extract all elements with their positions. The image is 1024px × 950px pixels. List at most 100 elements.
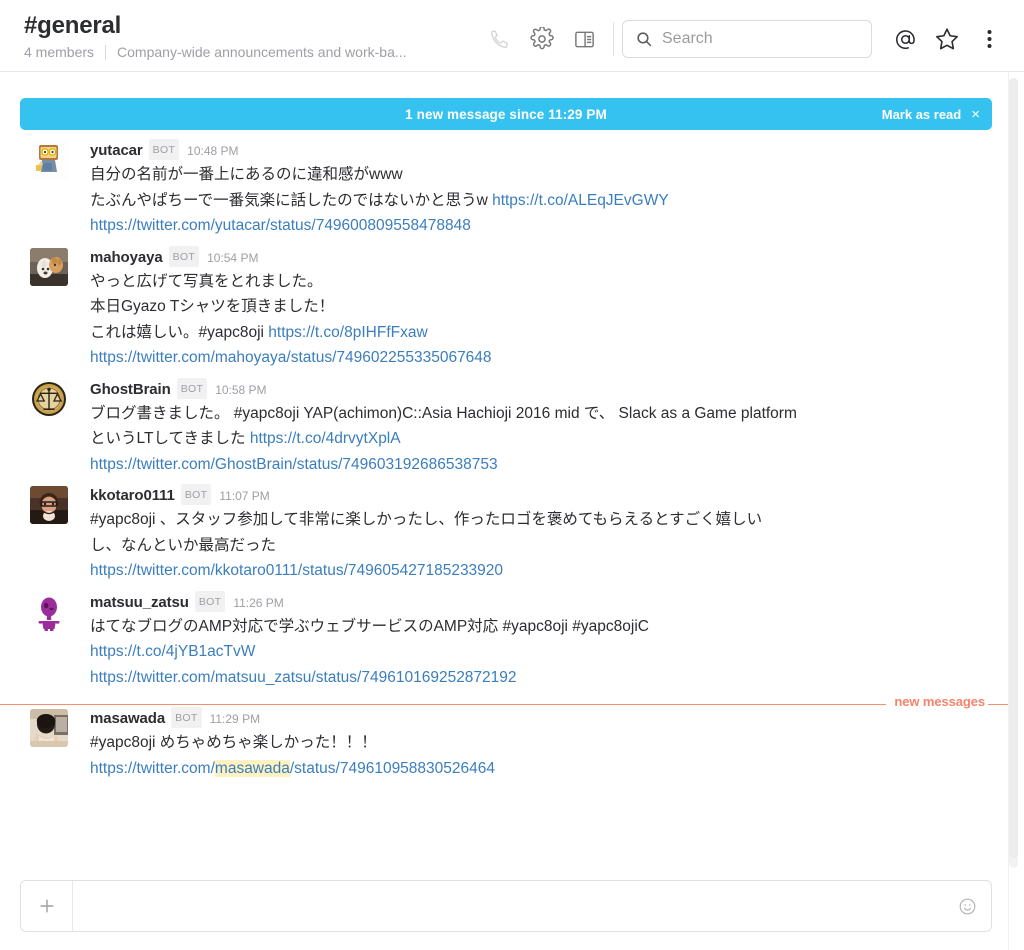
message-timestamp[interactable]: 10:48 PM [187,144,238,158]
message-text: し、なんといか最高だった [90,536,277,554]
at-mentions-icon[interactable] [884,21,926,57]
message-timestamp[interactable]: 10:58 PM [215,383,266,397]
message-author[interactable]: GhostBrain [90,381,171,398]
message-timestamp[interactable]: 11:26 PM [233,596,283,610]
cartoon-glasses-avatar[interactable] [30,141,68,179]
message-link[interactable]: https://twitter.com/matsuu_zatsu/status/… [90,669,517,686]
message-header: matsuu_zatsu BOT 11:26 PM [90,590,978,613]
message-line: #yapc8oji めちゃめちゃ楽しかった！！！ [90,730,978,756]
phone-icon[interactable] [479,21,521,57]
channel-meta: 4 members Company-wide announcements and… [24,43,407,61]
message-link[interactable]: https://t.co/8pIHFfFxaw [268,324,427,341]
kebab-menu-icon[interactable] [968,21,1010,57]
message-author[interactable]: masawada [90,710,165,727]
page-title: #general [24,12,122,39]
message-link-highlighted[interactable]: masawada [214,759,290,777]
message-item: mahoyaya BOT 10:54 PM やっと広げて写真をとれました。 本日Gyaz… [0,243,1008,375]
message-composer [20,880,992,932]
message-line: https://t.co/4jYB1acTvW [90,639,978,665]
message-author[interactable]: yutacar [90,142,143,159]
message-link[interactable]: https://t.co/ALEqJEvGWY [492,192,669,209]
message-item: matsuu_zatsu BOT 11:26 PM はてなブログのAMP対応で学ぶウェ… [0,588,1008,695]
message-author[interactable]: kkotaro0111 [90,487,175,504]
message-text: #yapc8oji 、スタッフ参加して非常に楽しかったし、作ったロゴを褒めてもら… [90,511,763,528]
purple-alien-avatar[interactable] [30,592,68,631]
message-link[interactable]: https://twitter.com/kkotaro0111/status/7… [90,562,503,579]
slack-channel-window: #general 4 members Company-wide announce… [0,0,1024,950]
message-text: ブログ書きました。 #yapc8oji YAP(achimon)C::Asia … [90,404,797,422]
message-link[interactable]: https://twitter.com/yutacar/status/74960… [90,217,471,234]
plus-icon[interactable] [21,881,73,931]
channel-header: #general 4 members Company-wide announce… [0,0,1024,72]
message-text: 本日Gyazo Tシャツを頂きました！ [90,298,335,315]
message-line: https://twitter.com/kkotaro0111/status/7… [90,558,978,584]
scrollbar-thumb[interactable] [1009,78,1018,858]
message-body: はてなブログのAMP対応で学ぶウェブサービスのAMP対応 #yapc8oji #… [90,614,978,691]
message-item: kkotaro0111 BOT 11:07 PM #yapc8oji 、スタッフ参加し… [0,481,1008,588]
bot-badge: BOT [176,377,208,399]
message-input[interactable] [73,881,943,931]
message-link[interactable]: https://twitter.com/ [90,760,215,777]
close-icon[interactable]: × [971,107,980,122]
message-timestamp[interactable]: 10:54 PM [207,251,258,265]
message-link[interactable]: https://twitter.com/GhostBrain/status/74… [90,456,498,473]
search-placeholder: Search [662,30,713,47]
message-text: これは嬉しい。#yapc8oji [90,323,269,341]
message-line: https://twitter.com/GhostBrain/status/74… [90,452,978,478]
message-line: し、なんといか最高だった [90,533,978,559]
banner-actions: Mark as read × [882,98,980,130]
person-laptop-photo-avatar[interactable] [30,709,68,747]
dog-photo-avatar[interactable] [30,247,68,286]
message-line: ブログ書きました。 #yapc8oji YAP(achimon)C::Asia … [90,401,978,427]
message-text: #yapc8oji めちゃめちゃ楽しかった！！！ [90,734,377,751]
message-timestamp[interactable]: 11:07 PM [219,489,269,503]
search-input[interactable]: Search [622,20,872,58]
star-icon[interactable] [926,21,968,57]
message-text: やっと広げて写真をとれました。 [90,272,323,290]
message-text: というLTしてきました [90,430,250,447]
gear-icon[interactable] [521,21,563,57]
smiley-icon[interactable] [943,881,991,931]
message-header: yutacar BOT 10:48 PM [90,139,978,161]
message-link[interactable]: /status/749610958830526464 [290,760,495,777]
message-header: GhostBrain BOT 10:58 PM [90,377,978,400]
channel-info: #general 4 members Company-wide announce… [24,10,407,61]
message-header: mahoyaya BOT 10:54 PM [90,245,978,268]
message-author[interactable]: matsuu_zatsu [90,594,189,611]
message-line: https://twitter.com/yutacar/status/74960… [90,213,978,239]
message-line: はてなブログのAMP対応で学ぶウェブサービスのAMP対応 #yapc8oji #… [90,614,978,640]
message-link[interactable]: https://t.co/4jYB1acTvW [90,643,255,660]
member-count[interactable]: 4 members [24,43,94,61]
message-line: https://twitter.com/mahoyaya/status/7496… [90,345,978,371]
message-line: 本日Gyazo Tシャツを頂きました！ [90,294,978,320]
mark-as-read-button[interactable]: Mark as read [882,107,962,122]
search-icon [635,30,653,48]
message-line: https://twitter.com/matsuu_zatsu/status/… [90,665,978,691]
header-toolbar: Search [479,10,1010,58]
message-line: たぶんやぱちーで一番気楽に話したのではないかと思うw https://t.co/… [90,188,978,214]
message-body: #yapc8oji 、スタッフ参加して非常に楽しかったし、作ったロゴを褒めてもら… [90,507,978,584]
message-link[interactable]: https://t.co/4drvytXplA [250,430,401,447]
sidebar-panel-icon[interactable] [563,21,605,57]
message-timestamp[interactable]: 11:29 PM [210,712,260,726]
message-list: yutacar BOT 10:48 PM 自分の名前が一番上にあるのに違和感がwww た… [0,136,1008,862]
message-line: 自分の名前が一番上にあるのに違和感がwww [90,162,978,188]
message-link[interactable]: https://twitter.com/mahoyaya/status/7496… [90,349,492,366]
message-item: masawada BOT 11:29 PM #yapc8oji めちゃめちゃ楽しかった… [0,704,1008,785]
message-author[interactable]: mahoyaya [90,249,163,266]
message-line: #yapc8oji 、スタッフ参加して非常に楽しかったし、作ったロゴを褒めてもら… [90,507,978,533]
scales-emblem-avatar[interactable] [30,379,68,418]
banner-text: 1 new message since 11:29 PM [405,106,607,122]
person-glasses-photo-avatar[interactable] [30,486,68,524]
toolbar-divider [613,22,614,56]
channel-topic[interactable]: Company-wide announcements and work-ba..… [117,43,407,61]
message-body: ブログ書きました。 #yapc8oji YAP(achimon)C::Asia … [90,401,978,478]
bot-badge: BOT [148,139,180,160]
bot-badge: BOT [171,707,202,728]
bot-badge: BOT [180,484,212,505]
message-line: というLTしてきました https://t.co/4drvytXplA [90,426,978,452]
new-message-banner[interactable]: 1 new message since 11:29 PM Mark as rea… [20,98,992,130]
bot-badge: BOT [168,245,200,267]
message-item: yutacar BOT 10:48 PM 自分の名前が一番上にあるのに違和感がwww た… [0,136,1008,243]
message-body: 自分の名前が一番上にあるのに違和感がwww たぶんやぱちーで一番気楽に話したのでは… [90,162,978,239]
